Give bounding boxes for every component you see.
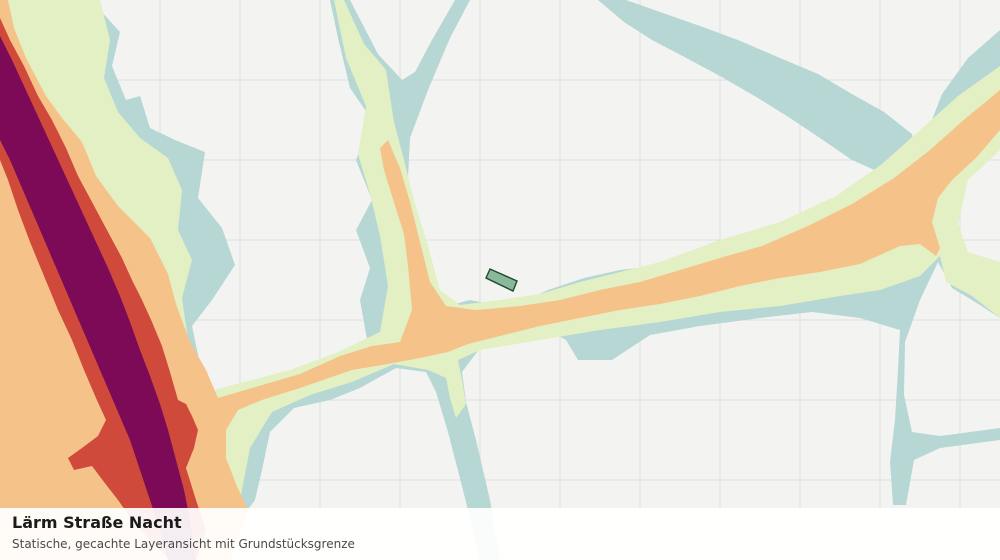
layer-title: Lärm Straße Nacht	[12, 513, 182, 532]
map-caption: Lärm Straße Nacht Statische, gecachte La…	[0, 508, 1000, 560]
layer-subtitle: Statische, gecachte Layeransicht mit Gru…	[12, 537, 355, 551]
noise-map[interactable]	[0, 0, 1000, 560]
